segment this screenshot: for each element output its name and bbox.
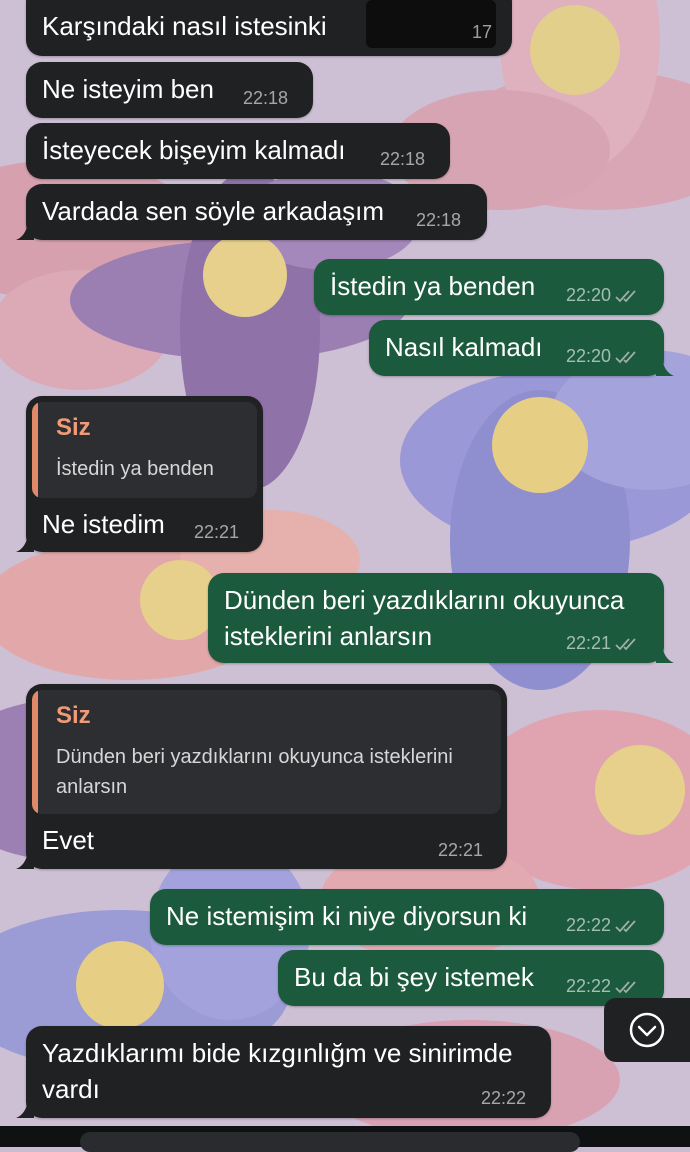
bubble-tail <box>16 534 34 552</box>
quote-text: İstedin ya benden <box>56 458 214 480</box>
quote-author: Siz <box>56 702 91 729</box>
message-text: Ne istemişim ki niye diyorsun ki <box>166 901 528 931</box>
message-time: 22:20 <box>566 346 641 367</box>
message-time: 22:20 <box>566 285 641 306</box>
bubble-tail <box>16 1100 34 1118</box>
message-text: İstedin ya benden <box>330 271 536 301</box>
message-time: 17 <box>472 22 493 42</box>
message-text: Ne istedim <box>42 509 165 539</box>
message-bubble-incoming[interactable]: Siz Dünden beri yazdıklarını okuyunca is… <box>16 684 507 869</box>
message-time: 22:21 <box>194 522 240 542</box>
scroll-to-bottom-button[interactable] <box>604 998 690 1062</box>
double-check-icon <box>615 350 636 363</box>
message-text: Bu da bi şey istemek <box>294 962 534 992</box>
message-text: Yazdıklarımı bide kızgınlığm ve sinirimd… <box>42 1038 513 1104</box>
message-bubble-incoming[interactable]: Vardada sen söyle arkadaşım 22:18 <box>16 184 487 240</box>
quote-accent-bar <box>32 690 38 814</box>
message-bubble-outgoing[interactable]: Ne istemişim ki niye diyorsun ki 22:22 <box>150 889 664 945</box>
message-bubble-outgoing[interactable]: Dünden beri yazdıklarını okuyunca istekl… <box>208 573 674 663</box>
quoted-message[interactable]: Siz İstedin ya benden <box>32 402 257 498</box>
composer-bar <box>0 1126 690 1152</box>
message-text: Ne isteyim ben <box>42 74 214 104</box>
double-check-icon <box>615 289 636 302</box>
message-bubble-incoming[interactable]: Karşındaki nasıl istesinki 17 <box>26 0 512 56</box>
quote-text: Dünden beri yazdıklarını okuyunca istekl… <box>56 746 453 798</box>
message-input[interactable] <box>80 1132 580 1152</box>
message-text: Karşındaki nasıl istesinki <box>42 11 327 41</box>
bubble-tail <box>16 851 34 869</box>
message-time: 22:18 <box>243 88 289 108</box>
quote-author: Siz <box>56 414 91 441</box>
message-bubble-incoming[interactable]: Siz İstedin ya benden Ne istedim 22:21 <box>16 396 263 552</box>
bubble-tail <box>16 222 34 240</box>
message-text: İsteyecek bişeyim kalmadı <box>42 135 346 165</box>
message-time: 22:22 <box>481 1088 527 1108</box>
double-check-icon <box>615 919 636 932</box>
bubble-tail <box>656 645 674 663</box>
message-bubble-incoming[interactable]: İsteyecek bişeyim kalmadı 22:18 <box>26 123 450 179</box>
double-check-icon <box>615 980 636 993</box>
message-time: 22:18 <box>416 210 462 230</box>
message-bubble-outgoing[interactable]: İstedin ya benden 22:20 <box>314 259 664 315</box>
message-bubble-outgoing[interactable]: Bu da bi şey istemek 22:22 <box>278 950 664 1006</box>
bubble-tail <box>656 358 674 376</box>
message-text: Vardada sen söyle arkadaşım <box>42 196 385 226</box>
message-time: 22:21 <box>438 840 484 860</box>
message-text: Nasıl kalmadı <box>385 332 543 362</box>
message-time: 22:21 <box>566 633 641 654</box>
message-text: Evet <box>42 825 95 855</box>
message-bubble-outgoing[interactable]: Nasıl kalmadı 22:20 <box>369 320 674 376</box>
message-bubble-incoming[interactable]: Ne isteyim ben 22:18 <box>26 62 313 118</box>
quote-accent-bar <box>32 402 38 498</box>
double-check-icon <box>615 637 636 650</box>
chevron-down-icon <box>629 1012 665 1048</box>
message-time: 22:18 <box>380 149 426 169</box>
message-time: 22:22 <box>566 976 641 997</box>
quoted-message[interactable]: Siz Dünden beri yazdıklarını okuyunca is… <box>32 690 501 814</box>
message-bubble-incoming[interactable]: Yazdıklarımı bide kızgınlığm ve sinirimd… <box>16 1026 551 1118</box>
message-time: 22:22 <box>566 915 641 936</box>
